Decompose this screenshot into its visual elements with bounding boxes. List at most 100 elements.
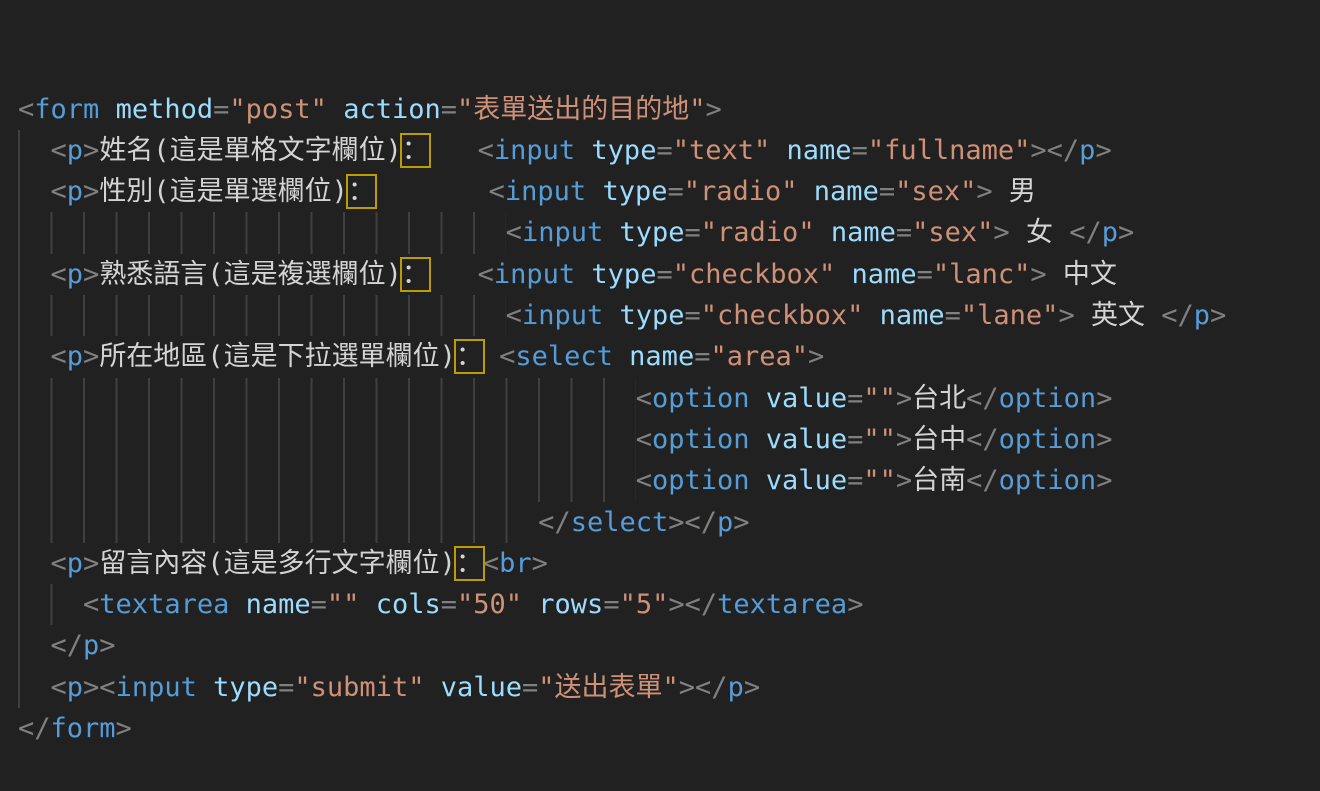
token-string: "" <box>863 424 896 455</box>
token-tag-name: select <box>515 341 613 372</box>
token-string: "sex" <box>912 217 993 248</box>
token-string: "fullname" <box>868 135 1031 166</box>
indent-guides <box>18 300 506 331</box>
code-line[interactable]: </select></p> <box>18 502 1320 543</box>
token-punctuation: > <box>733 507 749 538</box>
token-text: 所在地區(這是下拉選單欄位) <box>99 341 456 372</box>
code-line[interactable]: <p><input type="submit" value="送出表單"></p… <box>18 667 1320 708</box>
token-punctuation: > <box>993 217 1009 248</box>
token-punctuation: > <box>706 94 722 125</box>
token-punctuation: < <box>51 548 67 579</box>
code-line[interactable]: <p>性別(這是單選欄位)： <input type="radio" name=… <box>18 171 1320 212</box>
token-tag-name: p <box>67 176 83 207</box>
code-line[interactable]: <textarea name="" cols="50" rows="5"></t… <box>18 584 1320 625</box>
token-attribute-name: cols <box>376 589 441 620</box>
token-punctuation: = <box>656 259 672 290</box>
token-whitespace <box>375 176 489 207</box>
code-line[interactable]: <option value="">台北</option> <box>18 378 1320 419</box>
indent-guides <box>18 672 51 703</box>
token-text: 姓名(這是單格文字欄位) <box>99 135 402 166</box>
indent-guides <box>18 465 636 496</box>
token-whitespace <box>575 135 591 166</box>
token-attribute-name: type <box>591 259 656 290</box>
fullwidth-colon-highlight: ： <box>456 548 483 579</box>
token-punctuation: > <box>1096 424 1112 455</box>
token-whitespace <box>197 672 213 703</box>
token-text: 熟悉語言(這是複選欄位) <box>99 259 402 290</box>
token-punctuation: < <box>83 589 99 620</box>
token-string: "表單送出的目的地" <box>457 94 706 125</box>
token-punctuation: < <box>489 176 505 207</box>
token-string: "" <box>863 465 896 496</box>
token-tag-name: p <box>83 630 99 661</box>
token-punctuation: > <box>896 424 912 455</box>
token-punctuation: > <box>896 465 912 496</box>
token-punctuation: </ <box>1161 300 1194 331</box>
token-tag-name: br <box>499 548 532 579</box>
token-punctuation: > <box>1058 300 1074 331</box>
token-punctuation: < <box>506 217 522 248</box>
token-whitespace <box>603 300 619 331</box>
token-string: "text" <box>673 135 771 166</box>
token-whitespace <box>603 217 619 248</box>
token-attribute-name: rows <box>538 589 603 620</box>
token-tag-name: select <box>571 507 669 538</box>
code-editor[interactable]: <form method="post" action="表單送出的目的地"> <… <box>0 0 1320 791</box>
token-string: "radio" <box>684 176 798 207</box>
token-punctuation: > <box>1118 217 1134 248</box>
token-attribute-name: value <box>766 424 847 455</box>
token-punctuation: = <box>896 217 912 248</box>
code-line[interactable]: <input type="checkbox" name="lane"> 英文 <… <box>18 295 1320 336</box>
token-whitespace <box>483 341 499 372</box>
token-attribute-name: name <box>814 176 879 207</box>
token-string: "submit" <box>294 672 424 703</box>
indent-guides <box>18 507 538 538</box>
code-line[interactable]: <input type="radio" name="sex"> 女 </p> <box>18 212 1320 253</box>
token-whitespace <box>327 94 343 125</box>
token-punctuation: < <box>51 176 67 207</box>
code-line[interactable]: <p>留言內容(這是多行文字欄位)：<br> <box>18 543 1320 584</box>
code-line[interactable]: <form method="post" action="表單送出的目的地"> <box>18 89 1320 130</box>
token-attribute-name: name <box>629 341 694 372</box>
token-whitespace <box>429 135 478 166</box>
indent-guides <box>18 424 636 455</box>
token-punctuation: > <box>1096 465 1112 496</box>
code-line[interactable]: <option value="">台中</option> <box>18 419 1320 460</box>
token-string: "50" <box>457 589 522 620</box>
code-line[interactable]: </form> <box>18 708 1320 749</box>
token-attribute-name: action <box>343 94 441 125</box>
code-line[interactable]: <p>姓名(這是單格文字欄位)： <input type="text" name… <box>18 130 1320 171</box>
token-punctuation: < <box>51 135 67 166</box>
token-punctuation: </ <box>966 424 999 455</box>
token-tag-name: option <box>999 424 1097 455</box>
token-punctuation: = <box>278 672 294 703</box>
token-punctuation: </ <box>1069 217 1102 248</box>
token-punctuation: ></ <box>668 589 717 620</box>
token-string: "post" <box>229 94 327 125</box>
token-tag-name: textarea <box>717 589 847 620</box>
token-punctuation: >< <box>83 672 116 703</box>
code-line[interactable]: <option value="">台南</option> <box>18 460 1320 501</box>
token-text: 男 <box>993 176 1036 207</box>
token-tag-name: p <box>67 548 83 579</box>
token-punctuation: = <box>847 465 863 496</box>
token-punctuation: </ <box>538 507 571 538</box>
token-whitespace <box>575 259 591 290</box>
token-punctuation: > <box>99 630 115 661</box>
token-punctuation: < <box>51 259 67 290</box>
token-whitespace <box>863 300 879 331</box>
indent-guides <box>18 217 506 248</box>
token-punctuation: < <box>506 300 522 331</box>
token-punctuation: ></ <box>679 672 728 703</box>
token-tag-name: input <box>116 672 197 703</box>
code-line[interactable]: <p>所在地區(這是下拉選單欄位)： <select name="area"> <box>18 336 1320 377</box>
token-punctuation: = <box>441 589 457 620</box>
code-line[interactable]: </p> <box>18 625 1320 666</box>
token-whitespace <box>750 424 766 455</box>
token-whitespace <box>229 589 245 620</box>
token-tag-name: p <box>1079 135 1095 166</box>
code-area[interactable]: <form method="post" action="表單送出的目的地"> <… <box>18 89 1320 750</box>
token-punctuation: > <box>532 548 548 579</box>
code-line[interactable]: <p>熟悉語言(這是複選欄位)： <input type="checkbox" … <box>18 254 1320 295</box>
token-punctuation: = <box>879 176 895 207</box>
